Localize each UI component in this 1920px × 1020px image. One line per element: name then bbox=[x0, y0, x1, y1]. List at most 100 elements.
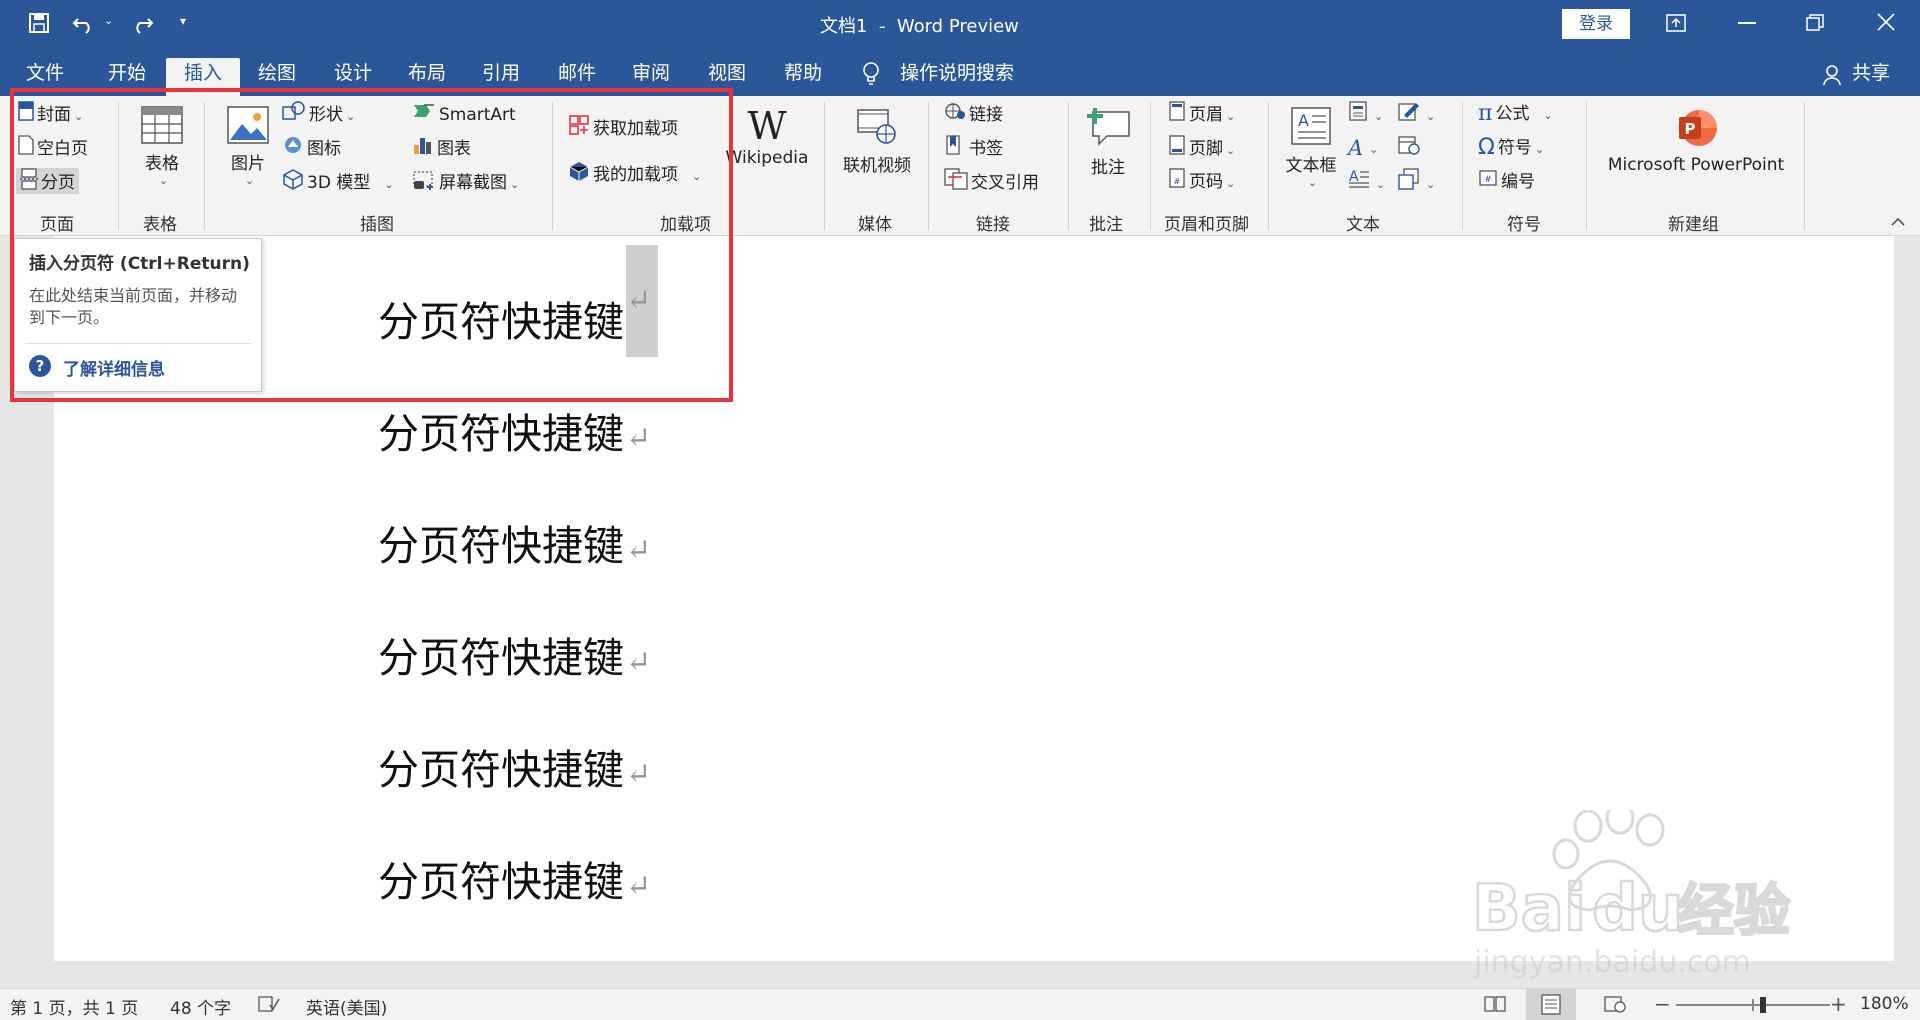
restore-icon[interactable] bbox=[1806, 14, 1824, 32]
text-box-button[interactable]: A 文本框 ⌄ bbox=[1280, 106, 1342, 189]
document-line[interactable]: 分页符快捷键↵ bbox=[378, 624, 651, 684]
shapes-button[interactable]: 形状 ⌄ bbox=[282, 101, 355, 127]
icons-icon bbox=[282, 135, 304, 163]
screenshot-button[interactable]: 屏幕截图 ⌄ bbox=[412, 168, 519, 194]
picture-button[interactable]: 图片 ⌄ bbox=[222, 106, 274, 187]
footer-button[interactable]: 页脚 ⌄ bbox=[1168, 135, 1235, 161]
zoom-slider-thumb[interactable] bbox=[1760, 997, 1766, 1013]
signature-line-icon bbox=[1398, 101, 1420, 129]
share-button[interactable]: 共享 bbox=[1844, 58, 1898, 96]
equation-button[interactable]: π 公式 ⌄ bbox=[1478, 101, 1553, 127]
wordart-icon: A bbox=[1348, 136, 1364, 160]
collapse-ribbon-icon[interactable] bbox=[1890, 212, 1906, 226]
tab-design[interactable]: 设计 bbox=[326, 58, 380, 96]
language-status[interactable]: 英语(美国) bbox=[306, 994, 387, 1019]
powerpoint-button[interactable]: P Microsoft PowerPoint bbox=[1598, 106, 1794, 175]
tell-me-search[interactable]: 操作说明搜索 bbox=[892, 58, 1022, 96]
document-line[interactable]: 分页符快捷键↵ bbox=[378, 848, 651, 908]
zoom-out-button[interactable]: − bbox=[1654, 992, 1671, 1016]
minimize-icon[interactable] bbox=[1738, 22, 1756, 24]
drop-cap-button[interactable]: A ⌄ bbox=[1348, 168, 1385, 194]
print-layout-icon[interactable] bbox=[1526, 989, 1576, 1020]
table-button[interactable]: 表格 ⌄ bbox=[136, 106, 188, 187]
tab-layout[interactable]: 布局 bbox=[400, 58, 454, 96]
tab-review[interactable]: 审阅 bbox=[624, 58, 678, 96]
close-icon[interactable] bbox=[1876, 12, 1896, 32]
page-count-status[interactable]: 第 1 页，共 1 页 bbox=[10, 994, 138, 1019]
quick-parts-button[interactable]: ⌄ bbox=[1348, 101, 1383, 127]
chart-label: 图表 bbox=[437, 139, 471, 159]
chart-button[interactable]: 图表 bbox=[412, 135, 471, 161]
group-label-comments: 批注 bbox=[1089, 215, 1123, 235]
table-icon bbox=[141, 106, 183, 149]
tab-insert[interactable]: 插入 bbox=[166, 58, 241, 96]
shapes-icon bbox=[282, 101, 306, 129]
3d-models-button[interactable]: 3D 模型 ⌄ bbox=[282, 168, 394, 194]
tab-mailings[interactable]: 邮件 bbox=[550, 58, 604, 96]
number-label: 编号 bbox=[1501, 172, 1535, 192]
cross-reference-label: 交叉引用 bbox=[971, 173, 1039, 193]
online-video-button[interactable]: 联机视频 bbox=[834, 106, 920, 176]
page-break-label: 分页 bbox=[41, 173, 75, 193]
object-button[interactable]: ⌄ bbox=[1398, 168, 1435, 194]
number-button[interactable]: # 编号 bbox=[1478, 168, 1535, 194]
my-addins-icon bbox=[568, 160, 590, 190]
save-icon[interactable] bbox=[28, 12, 50, 34]
login-button[interactable]: 登录 bbox=[1562, 9, 1630, 39]
tab-draw[interactable]: 绘图 bbox=[250, 58, 304, 96]
group-label-pages: 页面 bbox=[40, 215, 74, 235]
smartart-button[interactable]: SmartArt bbox=[412, 101, 516, 127]
icons-button[interactable]: 图标 bbox=[282, 135, 341, 161]
ribbon-display-icon[interactable] bbox=[1666, 14, 1686, 32]
zoom-in-button[interactable]: + bbox=[1830, 992, 1847, 1016]
tooltip-learn-more-link[interactable]: 了解详细信息 bbox=[63, 355, 165, 380]
my-addins-button[interactable]: 我的加载项 ⌄ bbox=[568, 160, 701, 186]
footer-icon bbox=[1168, 135, 1186, 163]
document-line[interactable]: 分页符快捷键↵ bbox=[378, 736, 651, 796]
redo-icon[interactable] bbox=[130, 12, 154, 34]
customize-icon[interactable]: ▾ bbox=[180, 14, 186, 28]
undo-dropdown-icon[interactable]: ⌄ bbox=[104, 14, 113, 27]
group-separator bbox=[1462, 102, 1463, 230]
tab-view[interactable]: 视图 bbox=[700, 58, 754, 96]
page-number-button[interactable]: # 页码 ⌄ bbox=[1168, 168, 1235, 194]
undo-icon[interactable] bbox=[72, 12, 96, 34]
zoom-level[interactable]: 180% bbox=[1860, 994, 1909, 1014]
pi-icon: π bbox=[1478, 101, 1493, 126]
tab-home[interactable]: 开始 bbox=[100, 58, 154, 96]
group-label-new-group: 新建组 bbox=[1668, 215, 1719, 235]
my-addins-label: 我的加载项 bbox=[593, 165, 678, 185]
share-icon[interactable] bbox=[1822, 64, 1842, 86]
blank-page-icon bbox=[18, 135, 34, 163]
read-mode-icon[interactable] bbox=[1484, 995, 1506, 1013]
tab-file[interactable]: 文件 bbox=[18, 58, 72, 96]
symbol-button[interactable]: Ω 符号 ⌄ bbox=[1478, 135, 1544, 161]
new-comment-button[interactable]: 批注 bbox=[1078, 106, 1138, 178]
cover-page-button[interactable]: 封面 ⌄ bbox=[18, 101, 83, 127]
tab-references[interactable]: 引用 bbox=[474, 58, 528, 96]
page-break-button[interactable]: 分页 bbox=[16, 168, 79, 194]
tab-help[interactable]: 帮助 bbox=[776, 58, 830, 96]
get-addins-button[interactable]: 获取加载项 bbox=[568, 114, 678, 140]
web-layout-icon[interactable] bbox=[1604, 995, 1626, 1013]
svg-text:du: du bbox=[1592, 872, 1683, 946]
ribbon-insert: 封面 ⌄ 空白页 分页 页面 表格 ⌄ 表格 图片 ⌄ 形状 ⌄ 图标 3D 模型 ⌄… bbox=[0, 96, 1920, 236]
date-time-button[interactable] bbox=[1398, 135, 1423, 161]
wordart-button[interactable]: A ⌄ bbox=[1348, 135, 1378, 161]
word-count-status[interactable]: 48 个字 bbox=[170, 994, 231, 1019]
document-line[interactable]: 分页符快捷键↵ bbox=[378, 400, 651, 460]
link-button[interactable]: 链接 bbox=[944, 101, 1003, 127]
document-line[interactable]: 分页符快捷键↵ bbox=[378, 512, 651, 572]
blank-page-button[interactable]: 空白页 bbox=[18, 135, 88, 161]
proofing-icon[interactable] bbox=[258, 995, 280, 1013]
bookmark-button[interactable]: 书签 bbox=[944, 135, 1003, 161]
table-dropdown-icon: ⌄ bbox=[158, 174, 169, 187]
document-line[interactable]: 分页符快捷键↵ bbox=[378, 244, 658, 357]
signature-line-button[interactable]: ⌄ bbox=[1398, 101, 1435, 127]
header-button[interactable]: 页眉 ⌄ bbox=[1168, 101, 1235, 127]
smartart-label: SmartArt bbox=[439, 105, 516, 125]
paragraph-mark-icon: ↵ bbox=[626, 645, 652, 680]
cross-reference-button[interactable]: 交叉引用 bbox=[944, 168, 1039, 194]
bookmark-label: 书签 bbox=[969, 139, 1003, 159]
wikipedia-button[interactable]: W Wikipedia bbox=[724, 106, 810, 168]
